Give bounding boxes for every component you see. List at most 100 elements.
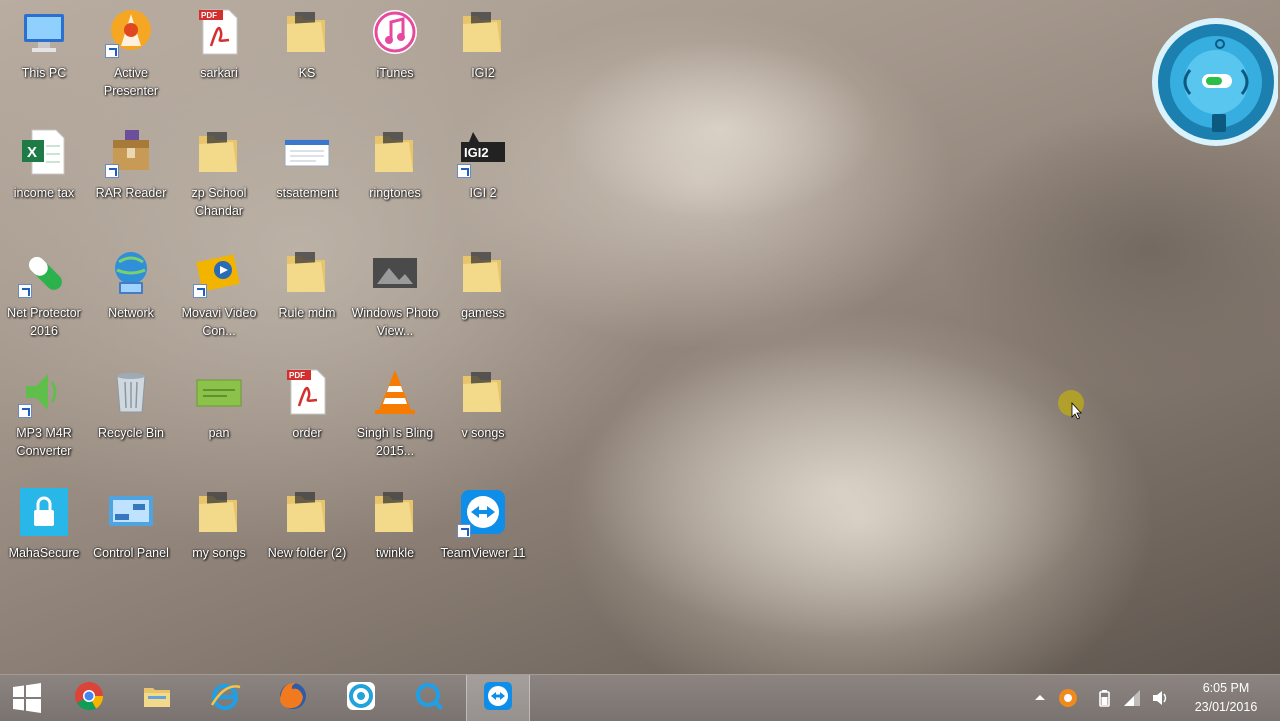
desktop-icon-label: MP3 M4R Converter	[16, 426, 72, 458]
desktop-icon-label: gamess	[461, 306, 505, 320]
taskbar-clock[interactable]: 6:05 PM 23/01/2016	[1180, 679, 1272, 717]
signal-icon[interactable]	[1122, 688, 1142, 708]
desktop-icon-label: MahaSecure	[8, 546, 80, 560]
folder-icon	[369, 126, 421, 178]
desktop-icon[interactable]: twinkle	[351, 482, 439, 594]
desktop-icon-label: Movavi Video Con...	[181, 306, 257, 338]
desktop-icon-label: pan	[208, 426, 230, 440]
rar-reader-icon	[105, 126, 157, 178]
chrome-icon	[72, 679, 106, 718]
desktop-icon[interactable]: TeamViewer 11	[439, 482, 527, 594]
desktop-icon[interactable]: iTunes	[351, 2, 439, 114]
taskbar: 6:05 PM 23/01/2016	[0, 674, 1280, 721]
battery-icon[interactable]	[1094, 688, 1114, 708]
desktop-icon[interactable]: IGI2 IGI 2	[439, 122, 527, 234]
desktop-icon[interactable]: Windows Photo View...	[351, 242, 439, 354]
teamviewer-icon	[457, 486, 509, 538]
taskbar-search-app-button[interactable]	[398, 675, 460, 721]
clock-date: 23/01/2016	[1194, 700, 1258, 714]
wallpaper-shadow	[560, 40, 880, 220]
folder-icon	[457, 246, 509, 298]
taskbar-file-explorer-button[interactable]	[126, 675, 188, 721]
net-protector-icon	[18, 246, 70, 298]
desktop-icon[interactable]: v songs	[439, 362, 527, 474]
recycle-bin-icon	[105, 366, 157, 418]
net-protector-gadget-icon[interactable]	[1150, 10, 1280, 154]
internet-explorer-icon	[208, 679, 242, 718]
taskbar-firefox-button[interactable]	[262, 675, 324, 721]
taskbar-chrome-button[interactable]	[58, 675, 120, 721]
active-presenter-icon	[105, 6, 157, 58]
svg-text:IGI2: IGI2	[464, 145, 489, 160]
folder-icon	[281, 486, 333, 538]
folder-icon	[457, 6, 509, 58]
desktop-icon[interactable]: zp School Chandar	[175, 122, 263, 234]
desktop-icon-label: zp School Chandar	[191, 186, 247, 218]
igi2-game-icon: IGI2	[457, 126, 509, 178]
itunes-icon	[369, 6, 421, 58]
desktop-icon[interactable]: Singh Is Bling 2015...	[351, 362, 439, 474]
shortcut-arrow-icon	[457, 164, 471, 178]
desktop-icon-label: my songs	[192, 546, 246, 560]
desktop-icon[interactable]: New folder (2)	[263, 482, 351, 594]
file-explorer-icon	[140, 679, 174, 718]
mouse-cursor-icon	[1058, 390, 1088, 420]
pdf-file-icon: PDF	[193, 6, 245, 58]
desktop-icon-label: Network	[108, 306, 154, 320]
desktop-icon[interactable]: MP3 M4R Converter	[0, 362, 88, 474]
desktop-icon-label: twinkle	[375, 546, 415, 560]
search-app-icon	[412, 679, 446, 718]
taskbar-teamviewer-button[interactable]	[466, 675, 530, 721]
document-icon	[281, 126, 333, 178]
desktop-icon[interactable]: my songs	[175, 482, 263, 594]
desktop-icon[interactable]: Rule mdm	[263, 242, 351, 354]
desktop-icon-label: Recycle Bin	[98, 426, 164, 440]
pdf-file-icon: PDF	[281, 366, 333, 418]
computer-icon	[18, 6, 70, 58]
app-ring-icon	[344, 679, 378, 718]
desktop-icon[interactable]: Recycle Bin	[87, 362, 175, 474]
desktop-icon[interactable]: ringtones	[351, 122, 439, 234]
desktop-icon-label: KS	[298, 66, 316, 80]
desktop-icon[interactable]: PDF sarkari	[175, 2, 263, 114]
taskbar-app-ring-button[interactable]	[330, 675, 392, 721]
desktop-icon-label: Control Panel	[93, 546, 169, 560]
desktop-icon[interactable]: Movavi Video Con...	[175, 242, 263, 354]
firefox-icon	[276, 679, 310, 718]
desktop-icon-label: Windows Photo View...	[351, 306, 439, 338]
folder-icon	[369, 486, 421, 538]
control-panel-icon	[105, 486, 157, 538]
avast-icon[interactable]	[1058, 688, 1078, 708]
desktop-icon[interactable]: IGI2	[439, 2, 527, 114]
desktop-icon[interactable]: PDF order	[263, 362, 351, 474]
chevron-up-icon[interactable]	[1030, 688, 1050, 708]
desktop-icon[interactable]: Net Protector 2016	[0, 242, 88, 354]
desktop-icon[interactable]: Network	[87, 242, 175, 354]
desktop-icon-label: This PC	[21, 66, 67, 80]
desktop-icon[interactable]: stsatement	[263, 122, 351, 234]
image-file-icon	[193, 366, 245, 418]
photo-viewer-icon	[369, 246, 421, 298]
taskbar-internet-explorer-button[interactable]	[194, 675, 256, 721]
desktop-icon[interactable]: RAR Reader	[87, 122, 175, 234]
shortcut-arrow-icon	[193, 284, 207, 298]
desktop-icon[interactable]: Xincome tax	[0, 122, 88, 234]
clock-time: 6:05 PM	[1202, 681, 1250, 695]
windows-start-icon[interactable]	[0, 675, 54, 721]
desktop-icon[interactable]: MahaSecure	[0, 482, 88, 594]
desktop-icon-label: Net Protector 2016	[7, 306, 81, 338]
desktop-icon-label: v songs	[461, 426, 505, 440]
desktop-icon[interactable]: KS	[263, 2, 351, 114]
shortcut-arrow-icon	[105, 44, 119, 58]
volume-icon[interactable]	[1150, 688, 1170, 708]
desktop-icon[interactable]: Control Panel	[87, 482, 175, 594]
desktop-icon[interactable]: pan	[175, 362, 263, 474]
desktop-icon-label: ringtones	[369, 186, 421, 200]
desktop-icon[interactable]: This PC	[0, 2, 88, 114]
desktop-icon[interactable]: gamess	[439, 242, 527, 354]
excel-file-icon: X	[18, 126, 70, 178]
shortcut-arrow-icon	[105, 164, 119, 178]
desktop-icon[interactable]: Active Presenter	[87, 2, 175, 114]
desktop[interactable]: This PC Active Presenter PDF sarkari KS iTune…	[0, 0, 1280, 674]
desktop-icon-label: income tax	[13, 186, 75, 200]
